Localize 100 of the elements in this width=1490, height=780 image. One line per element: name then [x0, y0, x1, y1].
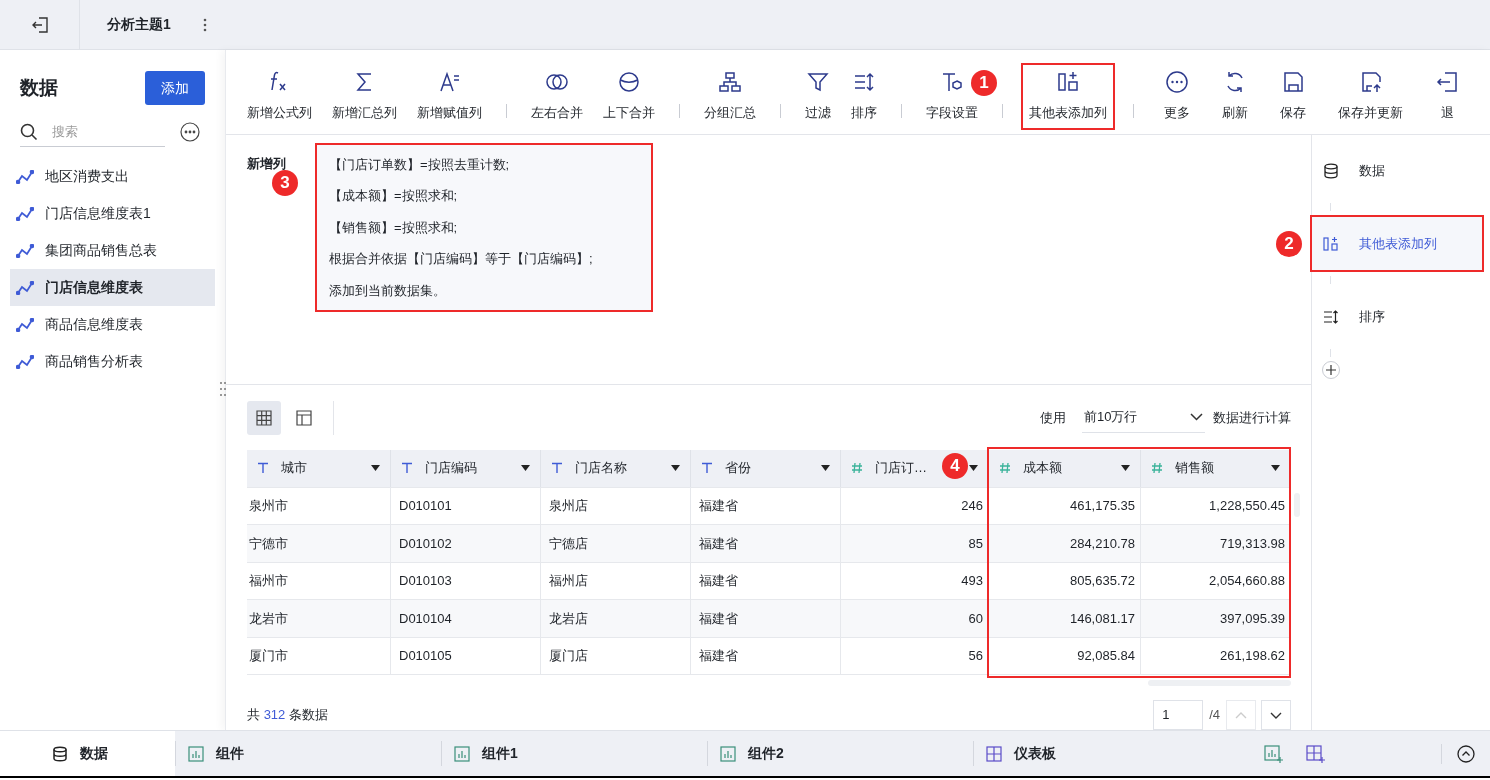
table-cell: 龙岩市	[247, 600, 391, 637]
sidebar-title: 数据	[20, 75, 58, 100]
text-type-icon	[551, 462, 563, 474]
table-cell: 宁德店	[541, 525, 691, 562]
chevron-down-icon	[1270, 711, 1282, 719]
text-type-icon	[257, 462, 269, 474]
toolbar-button[interactable]: 排序	[841, 64, 887, 124]
table-cell: D010105	[391, 637, 541, 674]
scrollbar[interactable]	[1148, 679, 1291, 686]
dataset-item[interactable]: 门店信息维度表1	[10, 195, 215, 232]
toolbar-button[interactable]: 新增赋值列	[407, 64, 492, 124]
table-cell: 56	[841, 637, 989, 674]
text-label: 使用	[1040, 408, 1066, 427]
dataset-item[interactable]: 集团商品销售总表	[10, 232, 215, 269]
formula-line: 添加到当前数据集。	[329, 281, 447, 300]
database-icon	[1323, 162, 1339, 179]
column-header[interactable]: 成本额	[989, 449, 1141, 487]
step-item[interactable]: 数据	[1312, 142, 1490, 199]
dropdown-icon	[371, 465, 380, 471]
more-icon[interactable]	[180, 122, 200, 142]
toolbar-button[interactable]: 刷新	[1206, 64, 1264, 124]
grid-icon	[255, 408, 273, 427]
toolbar-button[interactable]: 新增汇总列	[322, 64, 407, 124]
dataset-item[interactable]: 地区消费支出	[10, 158, 215, 195]
dropdown-icon	[1121, 465, 1130, 471]
section-label: 新增列	[247, 155, 287, 170]
number-type-icon	[999, 462, 1011, 474]
dropdown-icon	[969, 465, 978, 471]
row-limit-dropdown[interactable]: 前10万行	[1082, 402, 1205, 433]
layout-icon	[295, 408, 313, 427]
grid-view-button[interactable]	[247, 400, 281, 435]
number-type-icon	[851, 462, 863, 474]
add-chart-icon[interactable]	[1264, 744, 1284, 763]
toolbar-button[interactable]: 上下合并	[593, 64, 665, 124]
toolbar-button[interactable]: 过滤	[795, 64, 841, 124]
dataset-item[interactable]: 商品销售分析表	[10, 343, 215, 380]
collapse-icon[interactable]	[1457, 744, 1475, 763]
chevron-down-icon	[1190, 413, 1203, 421]
more-icon	[1165, 69, 1189, 94]
toolbar-button[interactable]: 退	[1419, 64, 1475, 124]
add-dashboard-icon[interactable]	[1306, 744, 1326, 763]
toolbar-button[interactable]: 保存并更新	[1322, 64, 1419, 124]
more-icon[interactable]	[202, 17, 207, 32]
search-field[interactable]: 搜索	[52, 121, 152, 142]
toolbar-button[interactable]: 更多	[1148, 64, 1206, 124]
step-number-badge: 3	[272, 170, 298, 196]
sort-icon	[1323, 308, 1339, 325]
step-number-badge: 2	[1276, 231, 1302, 257]
drag-handle-icon[interactable]	[219, 381, 227, 397]
toolbar-button[interactable]: 分组汇总	[694, 64, 766, 124]
add-button[interactable]: 添加	[145, 71, 205, 105]
table-cell: 福建省	[691, 600, 841, 637]
bottom-tab[interactable]: 组件	[175, 741, 441, 766]
exit-icon	[1435, 69, 1459, 94]
step-item[interactable]: 其他表添加列	[1310, 215, 1484, 272]
bottom-tab[interactable]: 仪表板	[973, 741, 1239, 766]
table-cell: 92,085.84	[989, 637, 1141, 674]
column-header[interactable]: 城市	[247, 449, 391, 487]
plus-icon	[1326, 365, 1336, 375]
exit-icon[interactable]	[30, 15, 49, 34]
toolbar-button[interactable]: 新增公式列	[237, 64, 322, 124]
dataset-item[interactable]: 门店信息维度表	[10, 269, 215, 306]
table-cell: 龙岩店	[541, 600, 691, 637]
formula-line: 根据合并依据【门店编码】等于【门店编码】;	[329, 250, 594, 269]
bottom-tab[interactable]: 组件2	[707, 741, 973, 766]
dropdown-icon	[821, 465, 830, 471]
stacked-circles-icon	[617, 69, 641, 94]
bottom-tab[interactable]: 组件1	[441, 741, 707, 766]
line-chart-icon	[16, 280, 34, 295]
database-icon	[52, 745, 68, 762]
dropdown-icon	[671, 465, 680, 471]
table-cell: 397,095.39	[1141, 600, 1291, 637]
add-column-icon	[1056, 69, 1080, 94]
toolbar-button[interactable]: 保存	[1264, 64, 1322, 124]
formula-line: 【销售额】=按照求和;	[329, 218, 459, 237]
column-header[interactable]: 销售额	[1141, 449, 1291, 487]
table-cell: 146,081.17	[989, 600, 1141, 637]
column-header[interactable]: 门店名称	[541, 449, 691, 487]
next-page-button[interactable]	[1261, 700, 1291, 730]
toolbar-button[interactable]: 左右合并	[521, 64, 593, 124]
table-cell: 厦门市	[247, 637, 391, 674]
table-cell: 宁德市	[247, 525, 391, 562]
line-chart-icon	[16, 206, 34, 221]
save-icon	[1281, 69, 1305, 94]
step-item[interactable]: 排序	[1312, 288, 1490, 345]
page-field[interactable]: 1	[1153, 700, 1204, 730]
step-number-badge: 1	[971, 70, 997, 96]
tab-title[interactable]: 分析主题1	[107, 14, 171, 35]
dataset-item[interactable]: 商品信息维度表	[10, 306, 215, 343]
add-step-button[interactable]	[1322, 361, 1340, 379]
bottom-tab[interactable]: 数据	[0, 731, 175, 776]
page-total: /4	[1209, 706, 1220, 725]
table-cell: 85	[841, 525, 989, 562]
column-header[interactable]: 门店编码	[391, 449, 541, 487]
column-header[interactable]: 省份	[691, 449, 841, 487]
text-type-icon	[401, 462, 413, 474]
bar-chart-icon	[720, 745, 736, 762]
toolbar-button[interactable]: 其他表添加列	[1021, 62, 1115, 130]
formula-line: 【门店订单数】=按照去重计数;	[329, 155, 511, 174]
table-cell: 福建省	[691, 637, 841, 674]
